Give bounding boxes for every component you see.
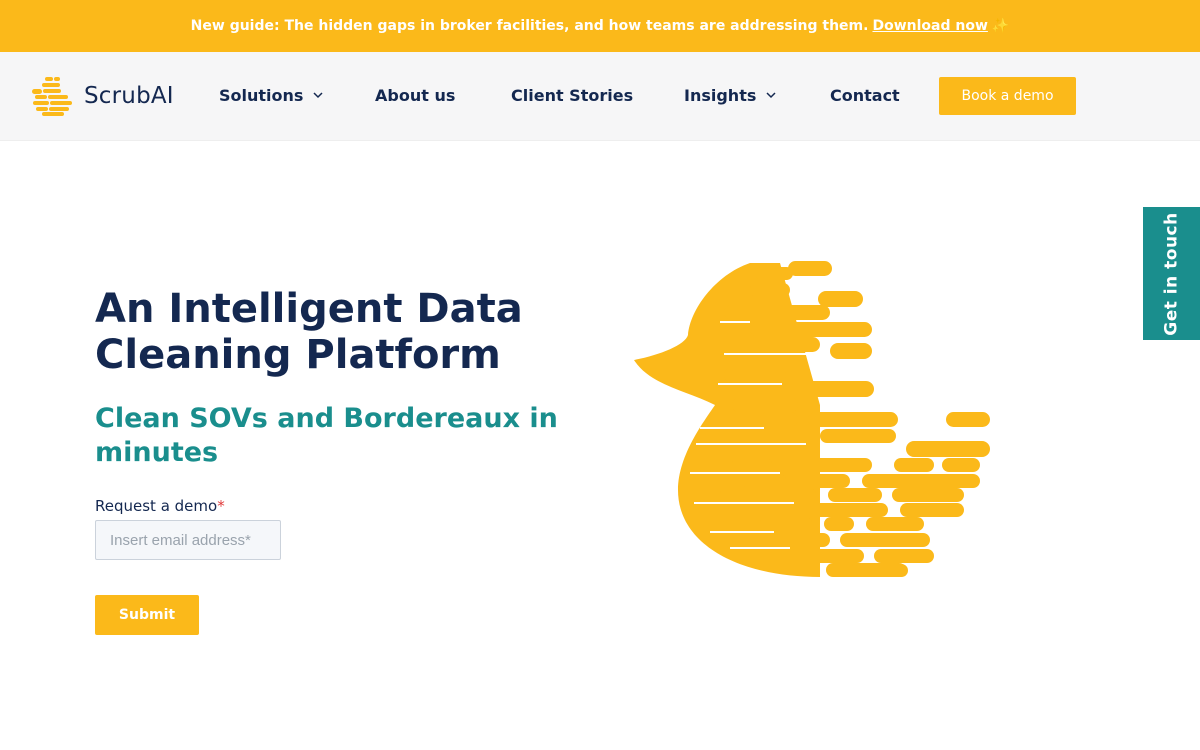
nav-item-label: Insights [684, 86, 757, 105]
book-demo-button[interactable]: Book a demo [939, 77, 1076, 115]
download-now-link[interactable]: Download now [872, 18, 987, 34]
nav-item-about-us[interactable]: About us [375, 86, 455, 105]
nav-item-solutions[interactable]: Solutions [219, 86, 323, 105]
hero-title-line-2: Cleaning Platform [95, 332, 501, 378]
logo[interactable]: ScrubAI [30, 76, 174, 116]
sparkle-icon: ✨ [991, 18, 1010, 34]
nav-item-insights[interactable]: Insights [684, 86, 776, 105]
hero-subtitle: Clean SOVs and Bordereaux in minutes [95, 402, 565, 470]
nav-item-label: Contact [830, 86, 900, 105]
announcement-bar: New guide: The hidden gaps in broker fac… [0, 0, 1200, 52]
submit-button[interactable]: Submit [95, 595, 199, 635]
nav-item-label: About us [375, 86, 456, 105]
chevron-down-icon [766, 92, 776, 99]
duck-logo-icon [32, 77, 72, 116]
demo-form-label-text: Request a demo [95, 497, 218, 515]
demo-form-label: Request a demo* [95, 497, 225, 515]
hero-subtitle-line-2: minutes [95, 437, 219, 468]
get-in-touch-tab[interactable]: Get in touch [1143, 207, 1200, 340]
email-field[interactable] [95, 520, 281, 560]
main-navigation: ScrubAI Solutions About us Client Storie… [0, 52, 1200, 141]
hero-subtitle-line-1: Clean SOVs and Bordereaux in [95, 403, 558, 434]
chevron-down-icon [313, 92, 323, 99]
hero-title: An Intelligent Data Cleaning Platform [95, 286, 615, 378]
announcement-text: New guide: The hidden gaps in broker fac… [190, 18, 869, 34]
hero-title-line-1: An Intelligent Data [95, 286, 523, 332]
nav-item-contact[interactable]: Contact [830, 86, 900, 105]
duck-illustration [634, 261, 990, 577]
get-in-touch-label: Get in touch [1161, 211, 1182, 336]
required-mark: * [217, 497, 225, 515]
logo-text: ScrubAI [84, 83, 174, 109]
nav-item-client-stories[interactable]: Client Stories [511, 86, 633, 105]
nav-item-label: Client Stories [511, 86, 634, 105]
nav-item-label: Solutions [219, 86, 304, 105]
